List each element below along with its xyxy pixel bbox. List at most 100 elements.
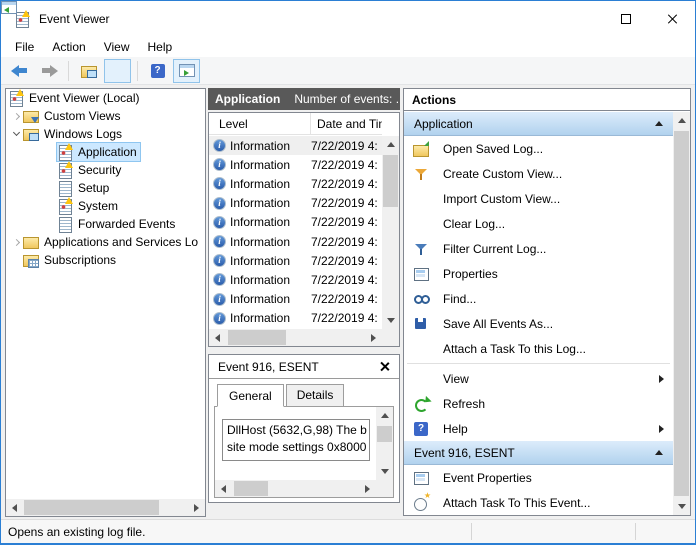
scroll-up-button[interactable] xyxy=(673,112,690,129)
tree-item-applications-and-services-logs[interactable]: Applications and Services Lo xyxy=(6,233,205,251)
section-header-event-916-esent[interactable]: Event 916, ESENT xyxy=(404,441,673,465)
scrollbar-thumb[interactable] xyxy=(24,500,159,515)
scrollbar-thumb[interactable] xyxy=(674,131,689,496)
scroll-left-button[interactable] xyxy=(209,329,226,346)
open-log-button[interactable] xyxy=(75,59,102,83)
menu-view[interactable]: View xyxy=(95,38,139,56)
events-horizontal-scrollbar[interactable] xyxy=(209,329,382,346)
scrollbar-thumb[interactable] xyxy=(228,330,286,345)
menu-action[interactable]: Action xyxy=(43,38,94,56)
collapse-icon xyxy=(655,450,663,455)
actions-vertical-scrollbar[interactable] xyxy=(673,112,690,515)
column-header-date[interactable]: Date and Time xyxy=(311,113,382,134)
back-button[interactable] xyxy=(6,59,33,83)
tree-item-security[interactable]: Security xyxy=(6,161,205,179)
console-tree-toggle-button[interactable] xyxy=(104,59,131,83)
tree-item-setup[interactable]: Setup xyxy=(6,179,205,197)
table-row[interactable]: Information7/22/2019 4: xyxy=(209,232,382,251)
scroll-right-button[interactable] xyxy=(359,480,376,497)
level-cell: Information xyxy=(230,311,311,325)
separator xyxy=(407,363,670,364)
action-view[interactable]: View xyxy=(404,366,673,391)
action-create-custom-view[interactable]: Create Custom View... xyxy=(404,161,673,186)
forward-button[interactable] xyxy=(35,59,62,83)
chevron-down-icon[interactable] xyxy=(9,133,23,135)
scroll-down-button[interactable] xyxy=(376,463,393,480)
chevron-right-icon[interactable] xyxy=(9,114,23,119)
scrollbar-thumb[interactable] xyxy=(383,155,398,207)
information-icon xyxy=(213,139,226,152)
action-pane-toggle-button[interactable] xyxy=(173,59,200,83)
table-row[interactable]: Information7/22/2019 4: xyxy=(209,270,382,289)
tree-item-event-viewer-local[interactable]: Event Viewer (Local) xyxy=(6,89,205,107)
table-row[interactable]: Information7/22/2019 4: xyxy=(209,155,382,174)
scroll-up-button[interactable] xyxy=(382,136,399,153)
action-attach-task-to-event[interactable]: Attach Task To This Event... xyxy=(404,490,673,515)
action-open-saved-log[interactable]: Open Saved Log... xyxy=(404,136,673,161)
maximize-button[interactable] xyxy=(603,1,649,36)
scroll-up-button[interactable] xyxy=(376,407,393,424)
events-vertical-scrollbar[interactable] xyxy=(382,136,399,329)
tree-item-forwarded-events[interactable]: Forwarded Events xyxy=(6,215,205,233)
preview-horizontal-scrollbar[interactable] xyxy=(215,480,376,497)
scroll-down-button[interactable] xyxy=(382,312,399,329)
blank-icon xyxy=(413,341,430,357)
tree-item-system[interactable]: System xyxy=(6,197,205,215)
table-row[interactable]: Information7/22/2019 4: xyxy=(209,174,382,193)
tab-details[interactable]: Details xyxy=(286,384,345,407)
menu-file[interactable]: File xyxy=(6,38,43,56)
table-row[interactable]: Information7/22/2019 4: xyxy=(209,251,382,270)
section-header-application[interactable]: Application xyxy=(404,112,673,136)
level-cell: Information xyxy=(230,292,311,306)
scrollbar-thumb[interactable] xyxy=(234,481,268,496)
action-refresh[interactable]: Refresh xyxy=(404,391,673,416)
arrow-right-icon xyxy=(371,334,376,342)
information-icon xyxy=(213,158,226,171)
open-folder-icon xyxy=(81,63,97,79)
tree-item-application[interactable]: Application xyxy=(6,143,205,161)
close-button[interactable] xyxy=(649,1,695,36)
scroll-left-button[interactable] xyxy=(6,499,23,516)
action-attach-task-to-log[interactable]: Attach a Task To this Log... xyxy=(404,336,673,361)
tree-item-custom-views[interactable]: Custom Views xyxy=(6,107,205,125)
level-cell: Information xyxy=(230,254,311,268)
table-row[interactable]: Information7/22/2019 4: xyxy=(209,194,382,213)
scroll-down-button[interactable] xyxy=(673,498,690,515)
column-header-level[interactable]: Level xyxy=(209,113,311,134)
scrollbar-thumb[interactable] xyxy=(377,426,392,442)
log-icon xyxy=(57,216,73,232)
table-row[interactable]: Information7/22/2019 4: xyxy=(209,213,382,232)
table-row[interactable]: Information7/22/2019 4: xyxy=(209,290,382,309)
table-row[interactable]: Information7/22/2019 4: xyxy=(209,136,382,155)
action-properties[interactable]: Properties xyxy=(404,261,673,286)
close-preview-button[interactable] xyxy=(379,361,390,372)
tree-item-subscriptions[interactable]: Subscriptions xyxy=(6,251,205,269)
tab-general[interactable]: General xyxy=(217,384,284,407)
results-subtitle: Number of events: ... xyxy=(294,92,400,106)
action-import-custom-view[interactable]: Import Custom View... xyxy=(404,186,673,211)
tree-item-windows-logs[interactable]: Windows Logs xyxy=(6,125,205,143)
minimize-button[interactable] xyxy=(557,1,603,36)
action-help[interactable]: Help xyxy=(404,416,673,441)
action-find[interactable]: Find... xyxy=(404,286,673,311)
table-row[interactable]: Information7/22/2019 4: xyxy=(209,309,382,328)
action-save-all-events-as[interactable]: Save All Events As... xyxy=(404,311,673,336)
help-button[interactable] xyxy=(144,59,171,83)
section-header-label: Application xyxy=(414,117,473,131)
open-folder-icon xyxy=(413,141,430,157)
action-filter-current-log[interactable]: Filter Current Log... xyxy=(404,236,673,261)
scroll-left-button[interactable] xyxy=(215,480,232,497)
menu-help[interactable]: Help xyxy=(139,38,182,56)
information-icon xyxy=(213,312,226,325)
chevron-right-icon[interactable] xyxy=(9,240,23,245)
preview-vertical-scrollbar[interactable] xyxy=(376,407,393,480)
action-event-properties[interactable]: Event Properties xyxy=(404,465,673,490)
arrow-right-icon xyxy=(365,485,370,493)
scroll-right-button[interactable] xyxy=(188,499,205,516)
scroll-right-button[interactable] xyxy=(365,329,382,346)
action-clear-log[interactable]: Clear Log... xyxy=(404,211,673,236)
tree-horizontal-scrollbar[interactable] xyxy=(6,499,205,516)
action-label: Help xyxy=(443,422,468,436)
information-icon xyxy=(213,197,226,210)
event-description[interactable]: DllHost (5632,G,98) The b site mode sett… xyxy=(222,419,370,461)
